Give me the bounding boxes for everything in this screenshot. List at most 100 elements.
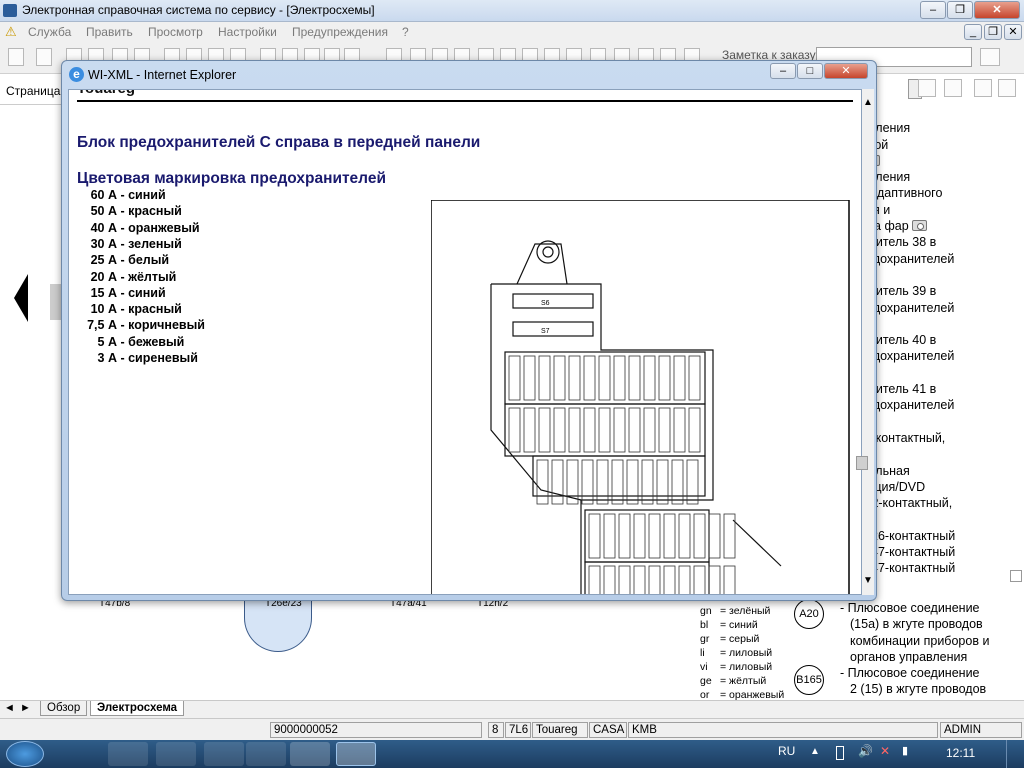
legend-code: li: [700, 647, 705, 659]
nav-next-icon[interactable]: [998, 79, 1016, 97]
taskbar-chrome-icon[interactable]: [108, 742, 148, 766]
signal-icon[interactable]: ▮: [902, 744, 908, 757]
legend-color: = лиловый: [720, 661, 773, 673]
taskbar-app-icon[interactable]: [246, 742, 286, 766]
menu-view[interactable]: Просмотр: [148, 25, 203, 39]
fuse-color: сиреневый: [128, 351, 198, 365]
relay-s6: [512, 293, 594, 309]
fuse-amperage: 3 А: [97, 351, 117, 365]
popup-minimize-button[interactable]: –: [770, 63, 796, 79]
print-icon[interactable]: [36, 48, 52, 66]
menu-service[interactable]: Служба: [28, 25, 71, 39]
tab-first-icon[interactable]: ◄: [4, 702, 15, 714]
fuse-color-row: 50 А - красный: [69, 204, 182, 218]
popup-maximize-button[interactable]: □: [797, 63, 823, 79]
tray-expand-icon[interactable]: ▲: [810, 746, 820, 757]
mdi-restore-button[interactable]: ❐: [984, 24, 1002, 40]
tab-last-icon[interactable]: ►: [20, 702, 31, 714]
right-scroll-button[interactable]: [1010, 570, 1022, 582]
taskbar-elsa-icon[interactable]: [290, 742, 330, 766]
tool-delete-icon[interactable]: [8, 48, 24, 66]
restore-button[interactable]: ❐: [947, 1, 973, 19]
menu-help[interactable]: ?: [402, 25, 409, 39]
fuse-slot: [568, 407, 581, 453]
doc-header-model: Touareg: [77, 90, 135, 97]
fuse-amperage: 15 А: [90, 285, 117, 300]
clock[interactable]: 12:11: [946, 746, 975, 760]
legend-code: vi: [700, 661, 708, 673]
fuse-color-row: 40 А - оранжевый: [69, 221, 200, 235]
mdi-close-button[interactable]: ✕: [1004, 24, 1022, 40]
fuse-slot: [688, 355, 701, 401]
fuse-color: синий: [128, 188, 166, 202]
popup-scrollbar[interactable]: ▲ ▼: [862, 89, 874, 595]
fuse-color: жёлтый: [128, 269, 177, 284]
popup-close-button[interactable]: ✕: [824, 63, 868, 79]
legend-row: gn = зелёный: [700, 604, 784, 618]
fuse-amperage: 40 А: [90, 220, 117, 235]
pointer-line: [732, 519, 782, 567]
tab-bar: ◄ ► Обзор Электросхема: [0, 700, 1024, 718]
fuse-box-diagram: S6 S7: [431, 200, 850, 594]
fuse-amperage: 30 А: [90, 236, 117, 251]
taskbar-teamviewer-icon[interactable]: [156, 742, 196, 766]
show-desktop-button[interactable]: [1006, 740, 1024, 768]
start-button-icon[interactable]: [6, 741, 44, 767]
mdi-minimize-button[interactable]: _: [964, 24, 982, 40]
fuse-color-row: 10 А - красный: [69, 302, 182, 316]
connector-b165: B165: [794, 665, 824, 695]
prev-arrow-icon[interactable]: [14, 274, 28, 322]
fuse-separator: -: [117, 334, 129, 349]
fuse-slot: [588, 513, 601, 559]
legend-code: gr: [700, 633, 710, 645]
search-next-icon[interactable]: [944, 79, 962, 97]
desc-line: Плюсовое соединение: [847, 666, 980, 680]
fuse-separator: -: [117, 285, 129, 300]
fuse-slot: [648, 513, 661, 559]
fuse-slot: [643, 355, 656, 401]
fuse-separator: -: [117, 236, 129, 251]
fuse-slot: [581, 459, 594, 505]
tab-schematic[interactable]: Электросхема: [90, 701, 185, 716]
camera-icon[interactable]: [911, 220, 927, 232]
nav-prev-icon[interactable]: [974, 79, 992, 97]
fuse-color: зеленый: [128, 236, 182, 251]
warning-icon: ⚠: [5, 24, 17, 39]
fuse-slot: [708, 513, 721, 559]
legend-color: = жёлтый: [720, 675, 767, 687]
fuse-color-row: 60 А - синий: [69, 188, 166, 202]
menu-warnings[interactable]: Предупреждения: [292, 25, 388, 39]
fuse-color: оранжевый: [128, 220, 200, 235]
fuse-color-row: 15 А - синий: [69, 286, 166, 300]
fuse-slot: [618, 513, 631, 559]
windows-taskbar: RU ▲ 🔊 ✕ ▮ 12:11: [0, 740, 1024, 768]
language-indicator[interactable]: RU: [778, 744, 795, 758]
tab-overview[interactable]: Обзор: [40, 701, 88, 716]
fuse-slot: [611, 459, 624, 505]
taskbar-ie-icon[interactable]: [336, 742, 376, 766]
fuse-slot: [613, 355, 626, 401]
fuse-separator: -: [117, 204, 129, 219]
note-button[interactable]: [980, 48, 1000, 66]
fuse-slot: [693, 565, 706, 594]
desc-line: органов управления: [850, 649, 968, 664]
fuse-color: бежевый: [128, 334, 185, 349]
menu-settings[interactable]: Настройки: [218, 25, 277, 39]
volume-icon[interactable]: 🔊: [858, 744, 873, 758]
app-title-bar: Электронная справочная система по сервис…: [0, 0, 1024, 22]
fuse-separator: -: [117, 351, 129, 365]
battery-icon[interactable]: [836, 746, 844, 760]
fuse-slot: [628, 407, 641, 453]
main-scroll-thumb[interactable]: [856, 456, 868, 470]
scroll-up-icon[interactable]: ▲: [863, 97, 873, 108]
fuse-slot: [596, 459, 609, 505]
search-binoculars-icon[interactable]: [918, 79, 936, 97]
close-button[interactable]: ✕: [974, 1, 1020, 19]
fuse-row-4: [584, 509, 710, 563]
minimize-button[interactable]: –: [920, 1, 946, 19]
taskbar-monitor-icon[interactable]: [204, 742, 244, 766]
network-error-icon[interactable]: ✕: [880, 744, 890, 758]
scroll-down-icon[interactable]: ▼: [863, 575, 873, 586]
menu-edit[interactable]: Править: [86, 25, 133, 39]
status-model: Touareg: [532, 722, 588, 738]
